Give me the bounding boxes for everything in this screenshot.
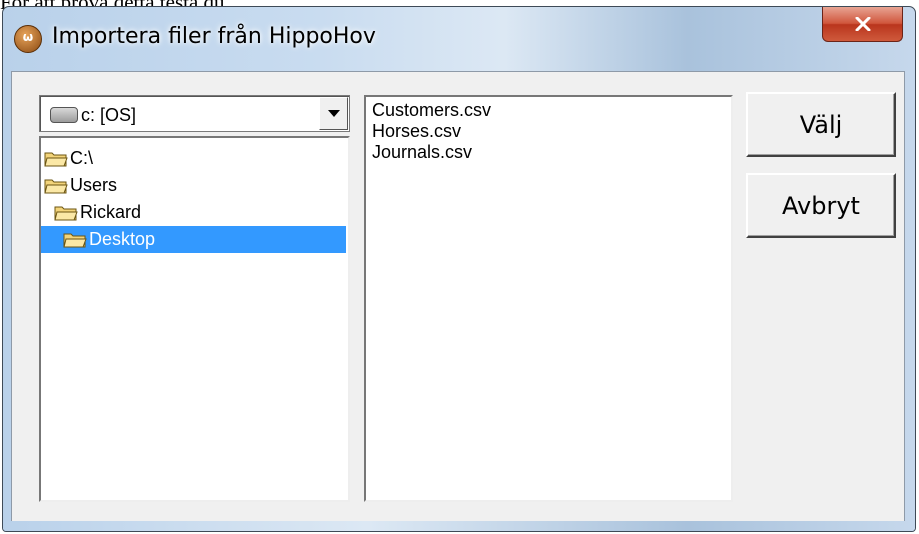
close-x-icon <box>855 17 870 31</box>
file-item[interactable]: Horses.csv <box>372 121 461 142</box>
open-folder-icon <box>54 206 78 220</box>
file-item[interactable]: Customers.csv <box>372 100 491 121</box>
hippohov-app-icon: ω <box>14 25 42 53</box>
import-dialog: ω Importera filer från HippoHov c: [OS] <box>2 6 916 532</box>
open-folder-icon <box>44 152 68 166</box>
drive-icon <box>50 107 78 123</box>
directory-label: C:\ <box>70 148 94 168</box>
file-list[interactable]: Customers.csv Horses.csv Journals.csv <box>364 95 733 502</box>
cancel-button[interactable]: Avbryt <box>746 173 896 238</box>
drive-select-value: c: [OS] <box>81 105 137 125</box>
directory-label: Users <box>70 175 118 195</box>
open-folder-icon <box>44 179 68 193</box>
directory-item-c-root[interactable]: C:\ <box>44 145 93 172</box>
title-bar[interactable]: ω Importera filer från HippoHov <box>3 7 915 71</box>
directory-item-users[interactable]: Users <box>44 172 117 199</box>
directory-item-desktop[interactable]: Desktop <box>41 226 346 253</box>
dialog-client-area: c: [OS] C:\ Users Rickard Desktop Custom… <box>11 71 905 523</box>
directory-label: Desktop <box>89 229 156 249</box>
directory-list[interactable]: C:\ Users Rickard Desktop <box>39 136 350 502</box>
close-button[interactable] <box>822 7 903 42</box>
chevron-down-icon <box>327 110 340 117</box>
drive-select[interactable]: c: [OS] <box>39 95 350 132</box>
drive-dropdown-button[interactable] <box>319 97 348 130</box>
window-title: Importera filer från HippoHov <box>52 24 376 49</box>
directory-label: Rickard <box>80 202 142 222</box>
file-item[interactable]: Journals.csv <box>372 142 472 163</box>
directory-item-rickard[interactable]: Rickard <box>54 199 141 226</box>
select-button[interactable]: Välj <box>746 92 896 157</box>
window-frame-bottom <box>3 521 915 531</box>
open-folder-icon <box>63 233 87 247</box>
